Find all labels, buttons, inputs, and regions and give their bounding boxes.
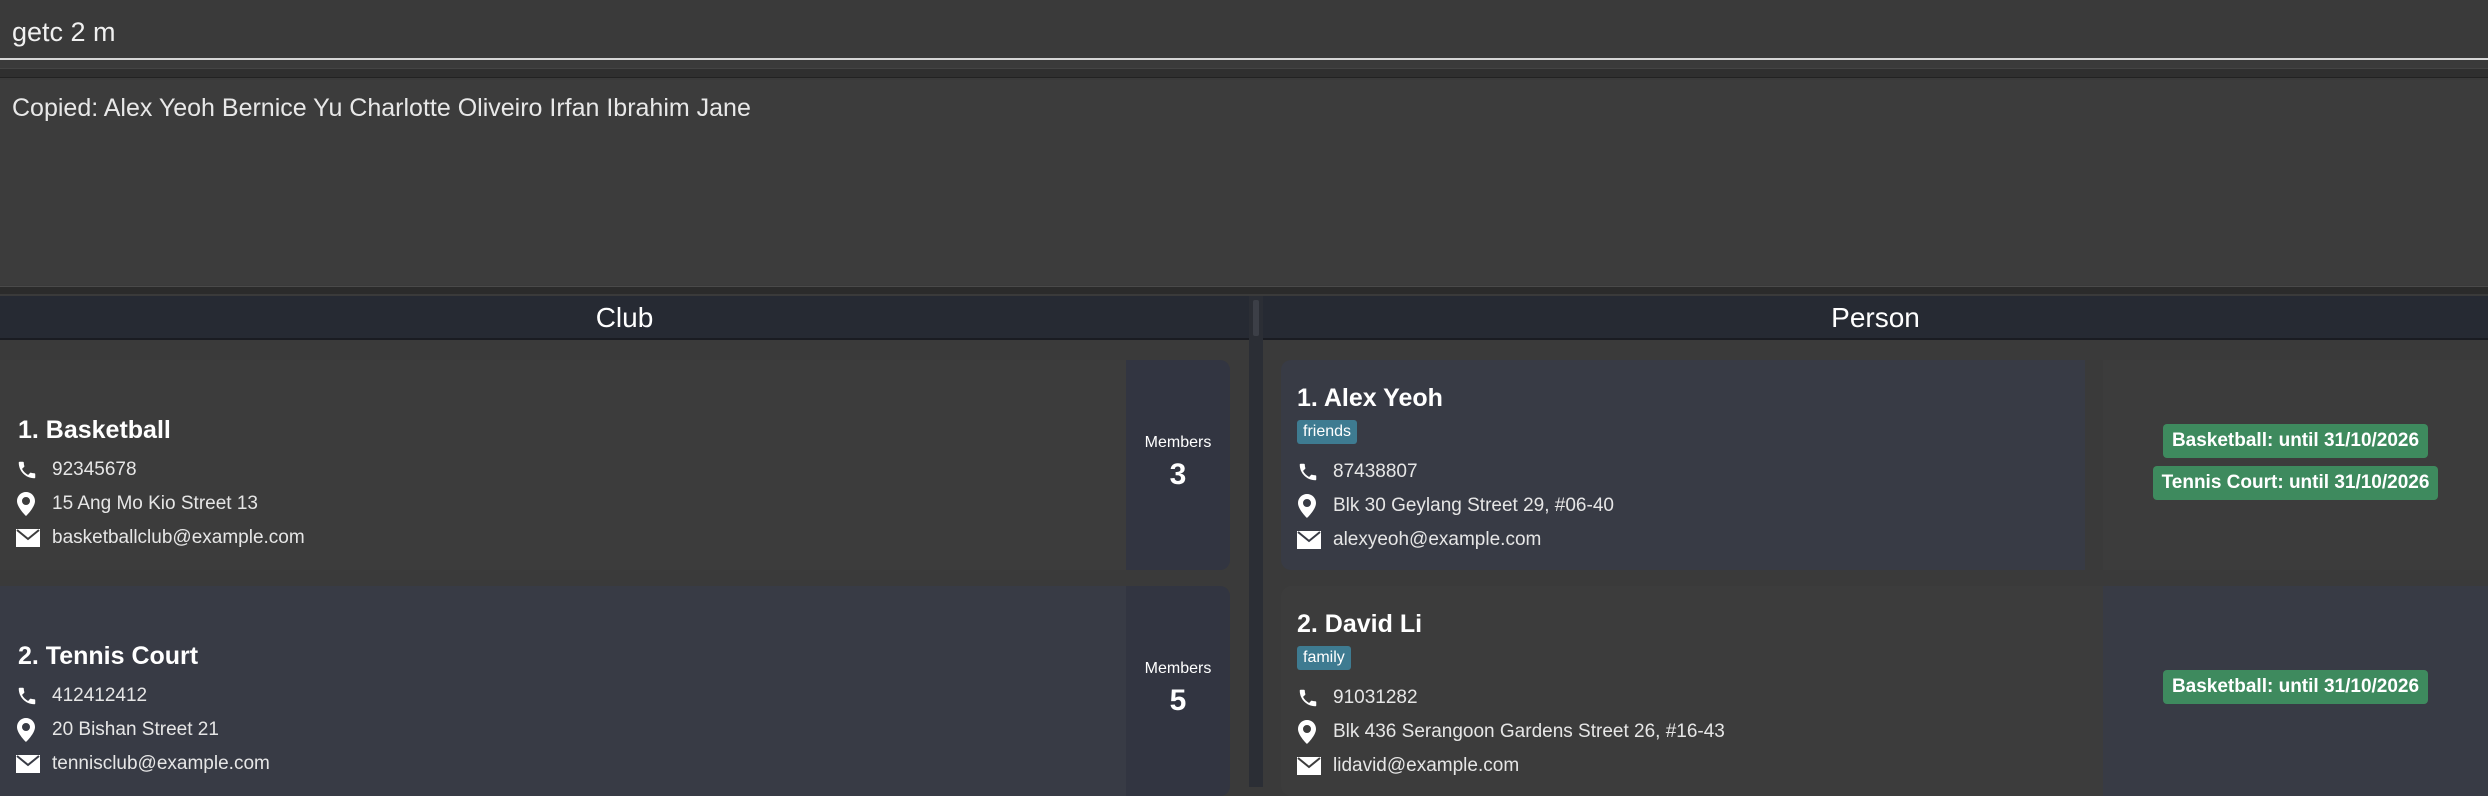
membership-panel: Basketball: until 31/10/2026 Tennis Cour… xyxy=(2103,360,2488,570)
person-card[interactable]: 1. Alex Yeoh friends 87438807 Blk 30 Gey… xyxy=(1281,360,2488,570)
location-pin-icon xyxy=(1297,494,1325,518)
membership-row: Tennis Court: until 31/10/2026 xyxy=(2103,466,2488,500)
person-email-row: alexyeoh@example.com xyxy=(1297,528,1541,552)
person-phone: 91031282 xyxy=(1333,687,1418,708)
person-email: alexyeoh@example.com xyxy=(1333,529,1542,550)
envelope-icon xyxy=(16,526,44,550)
person-address-row: Blk 436 Serangoon Gardens Street 26, #16… xyxy=(1297,720,1725,744)
person-card-body: 2. David Li family 91031282 Blk 436 Sera… xyxy=(1281,586,2103,796)
person-name: 1. Alex Yeoh xyxy=(1297,384,1443,412)
tag-badge: family xyxy=(1297,646,1351,670)
club-name: 1. Basketball xyxy=(18,416,171,444)
split-pane-divider[interactable] xyxy=(1249,296,1263,787)
person-header-label: Person xyxy=(1831,302,1920,333)
club-phone-row: 412412412 xyxy=(16,684,147,708)
phone-icon xyxy=(16,684,44,708)
membership-panel: Basketball: until 31/10/2026 xyxy=(2103,586,2488,796)
members-count: 5 xyxy=(1169,684,1187,717)
phone-icon xyxy=(16,458,44,482)
person-column-header: Person xyxy=(1263,296,2488,340)
person-address-row: Blk 30 Geylang Street 29, #06-40 xyxy=(1297,494,1614,518)
club-members-panel: Members 5 xyxy=(1126,586,1230,796)
envelope-icon xyxy=(16,752,44,776)
club-email-row: tennisclub@example.com xyxy=(16,752,270,776)
envelope-icon xyxy=(1297,754,1325,778)
club-address-row: 15 Ang Mo Kio Street 13 xyxy=(16,492,258,516)
members-count: 3 xyxy=(1169,458,1187,491)
club-email: basketballclub@example.com xyxy=(52,527,305,548)
club-email: tennisclub@example.com xyxy=(52,753,270,774)
membership-badge: Basketball: until 31/10/2026 xyxy=(2162,670,2429,704)
club-card[interactable]: 1. Basketball 92345678 15 Ang Mo Kio Str… xyxy=(0,360,1230,570)
command-box[interactable] xyxy=(0,0,2488,60)
club-column-header: Club xyxy=(0,296,1249,340)
phone-icon xyxy=(1297,460,1325,484)
person-phone: 87438807 xyxy=(1333,461,1418,482)
club-header-label: Club xyxy=(595,302,654,333)
tag-list: family xyxy=(1297,646,1351,670)
envelope-icon xyxy=(1297,528,1325,552)
person-phone-row: 87438807 xyxy=(1297,460,1418,484)
membership-badge: Basketball: until 31/10/2026 xyxy=(2162,424,2429,458)
club-phone: 412412412 xyxy=(52,685,148,706)
members-label: Members xyxy=(1144,434,1212,451)
club-email-row: basketballclub@example.com xyxy=(16,526,305,550)
club-name: 2. Tennis Court xyxy=(18,642,199,670)
club-card-body: 2. Tennis Court 412412412 20 Bishan Stre… xyxy=(0,586,1126,796)
person-email-row: lidavid@example.com xyxy=(1297,754,1519,778)
club-card[interactable]: 2. Tennis Court 412412412 20 Bishan Stre… xyxy=(0,586,1230,796)
club-phone-row: 92345678 xyxy=(16,458,137,482)
club-card-body: 1. Basketball 92345678 15 Ang Mo Kio Str… xyxy=(0,360,1126,570)
splitter xyxy=(0,286,2488,294)
club-phone: 92345678 xyxy=(52,459,137,480)
command-input[interactable] xyxy=(12,10,2412,54)
person-name: 2. David Li xyxy=(1297,610,1423,638)
membership-row: Basketball: until 31/10/2026 xyxy=(2103,670,2488,704)
club-address: 20 Bishan Street 21 xyxy=(52,719,219,740)
tag-badge: friends xyxy=(1297,420,1358,444)
person-address: Blk 30 Geylang Street 29, #06-40 xyxy=(1333,495,1614,516)
person-card[interactable]: 2. David Li family 91031282 Blk 436 Sera… xyxy=(1281,586,2488,796)
person-list[interactable]: 1. Alex Yeoh friends 87438807 Blk 30 Gey… xyxy=(1263,342,2488,796)
person-email: lidavid@example.com xyxy=(1333,755,1520,776)
club-list[interactable]: 1. Basketball 92345678 15 Ang Mo Kio Str… xyxy=(0,342,1249,796)
person-phone-row: 91031282 xyxy=(1297,686,1418,710)
phone-icon xyxy=(1297,686,1325,710)
club-address: 15 Ang Mo Kio Street 13 xyxy=(52,493,258,514)
result-text: Copied: Alex Yeoh Bernice Yu Charlotte O… xyxy=(12,94,751,122)
person-address: Blk 436 Serangoon Gardens Street 26, #16… xyxy=(1333,721,1725,742)
location-pin-icon xyxy=(16,718,44,742)
club-address-row: 20 Bishan Street 21 xyxy=(16,718,219,742)
location-pin-icon xyxy=(1297,720,1325,744)
membership-badge: Tennis Court: until 31/10/2026 xyxy=(2152,466,2439,500)
splitter xyxy=(0,68,2488,78)
membership-row: Basketball: until 31/10/2026 xyxy=(2103,424,2488,458)
result-display: Copied: Alex Yeoh Bernice Yu Charlotte O… xyxy=(0,80,2488,285)
location-pin-icon xyxy=(16,492,44,516)
members-label: Members xyxy=(1144,660,1212,677)
tag-list: friends xyxy=(1297,420,1358,444)
person-card-body: 1. Alex Yeoh friends 87438807 Blk 30 Gey… xyxy=(1281,360,2085,570)
club-members-panel: Members 3 xyxy=(1126,360,1230,570)
